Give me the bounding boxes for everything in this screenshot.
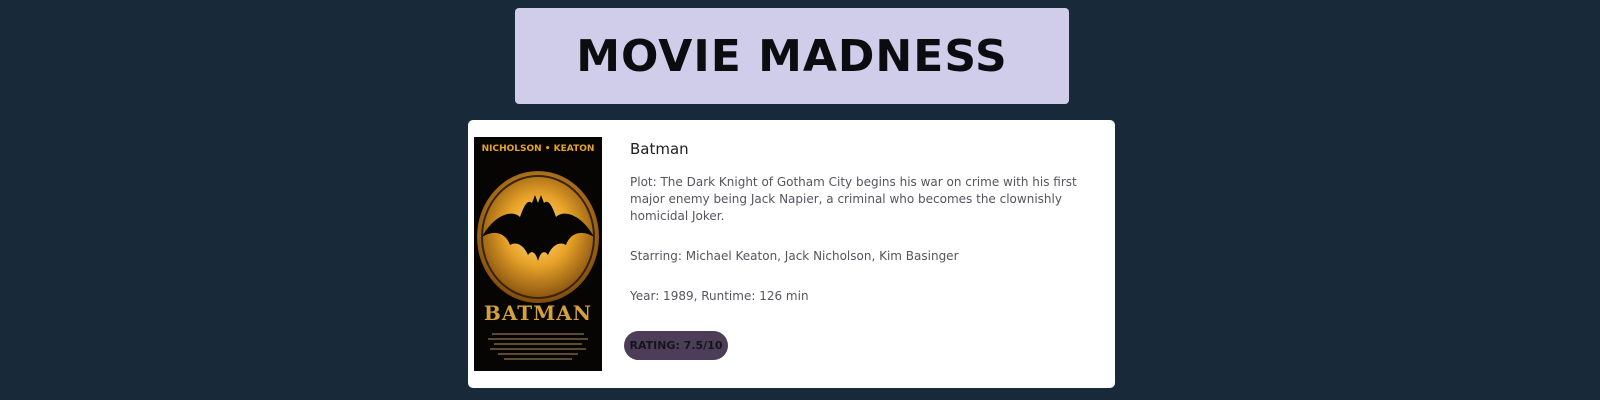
movie-starring: Starring: Michael Keaton, Jack Nicholson… bbox=[630, 249, 959, 263]
rating-badge: RATING: 7.5/10 bbox=[624, 331, 728, 360]
movie-title: Batman bbox=[630, 140, 689, 158]
movie-year-runtime: Year: 1989, Runtime: 126 min bbox=[630, 289, 809, 303]
poster-credit-text: NICHOLSON • KEATON bbox=[482, 144, 595, 154]
movie-poster: NICHOLSON • KEATON BATMAN bbox=[474, 137, 602, 371]
movie-plot: Plot: The Dark Knight of Gotham City beg… bbox=[630, 175, 1077, 223]
site-title: MOVIE MADNESS bbox=[576, 30, 1008, 82]
bat-symbol-icon: NICHOLSON • KEATON BATMAN bbox=[474, 137, 602, 371]
site-header: MOVIE MADNESS bbox=[515, 8, 1069, 104]
movie-info: Batman Plot: The Dark Knight of Gotham C… bbox=[630, 140, 1090, 305]
movie-card: NICHOLSON • KEATON BATMAN Batman Plot: T… bbox=[468, 120, 1115, 388]
poster-title-text: BATMAN bbox=[484, 301, 592, 325]
